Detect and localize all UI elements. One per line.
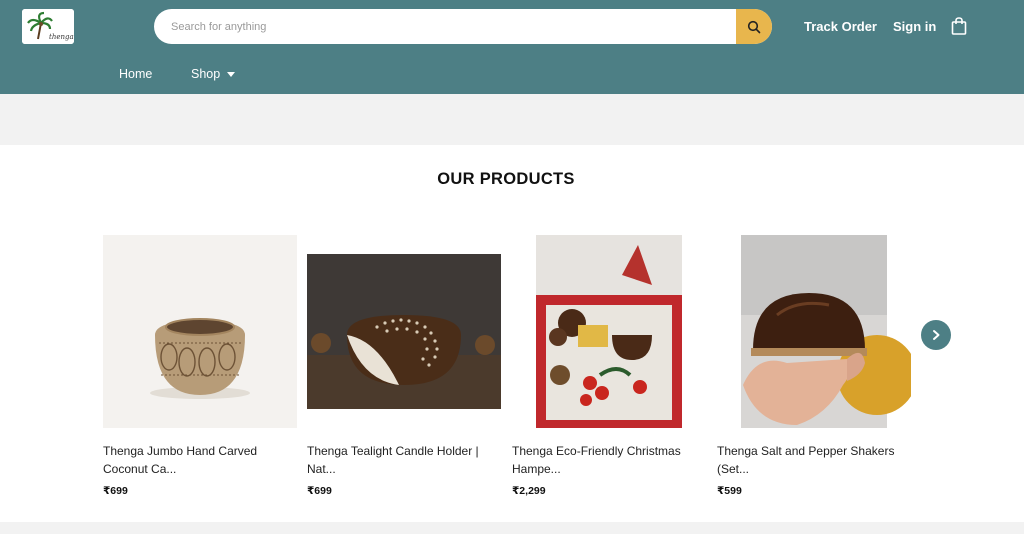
nav-item-label: Shop (191, 67, 221, 81)
product-price: ₹599 (717, 485, 742, 497)
product-image[interactable] (307, 235, 501, 428)
search-input[interactable] (154, 9, 736, 44)
search-button[interactable] (736, 9, 772, 44)
nav-item-label: Home (119, 67, 153, 81)
product-name[interactable]: Thenga Jumbo Hand Carved Coconut Ca... (103, 442, 303, 478)
product-image[interactable] (103, 235, 297, 428)
product-card[interactable]: Thenga Tealight Candle Holder | Nat... ₹… (307, 235, 501, 497)
nav-item-home[interactable]: Home (119, 67, 152, 81)
product-name[interactable]: Thenga Salt and Pepper Shakers (Set... (717, 442, 917, 478)
carousel-next-button[interactable] (921, 320, 951, 350)
cart-button[interactable] (950, 16, 968, 36)
site-logo[interactable]: thenga (22, 9, 74, 44)
shopping-bag-icon (951, 17, 967, 35)
sign-in-link[interactable]: Sign in (893, 19, 936, 34)
product-card[interactable]: Thenga Eco-Friendly Christmas Hampe... ₹… (512, 235, 706, 497)
product-card[interactable]: Thenga Jumbo Hand Carved Coconut Ca... ₹… (103, 235, 297, 497)
product-price: ₹699 (307, 485, 332, 497)
svg-text:thenga: thenga (49, 33, 74, 41)
product-price: ₹2,299 (512, 485, 546, 497)
product-card[interactable]: Thenga Salt and Pepper Shakers (Set... ₹… (717, 235, 911, 497)
footer-band (0, 522, 1024, 534)
site-header: thenga Track Order Sign in Home Shop (0, 0, 1024, 94)
search-icon (747, 20, 761, 33)
caret-down-icon (227, 71, 236, 77)
products-section: OUR PRODUCTS Thenga Jumbo Hand Carved Co (0, 145, 1024, 522)
banner-band (0, 94, 1024, 145)
product-name[interactable]: Thenga Eco-Friendly Christmas Hampe... (512, 442, 712, 478)
product-image[interactable] (512, 235, 706, 428)
section-title: OUR PRODUCTS (437, 170, 575, 188)
nav-item-shop[interactable]: Shop (191, 67, 236, 81)
search-bar (154, 9, 772, 44)
chevron-right-icon (933, 330, 940, 340)
product-image[interactable] (717, 235, 911, 428)
product-name[interactable]: Thenga Tealight Candle Holder | Nat... (307, 442, 507, 478)
product-price: ₹699 (103, 485, 128, 497)
track-order-link[interactable]: Track Order (804, 19, 877, 34)
